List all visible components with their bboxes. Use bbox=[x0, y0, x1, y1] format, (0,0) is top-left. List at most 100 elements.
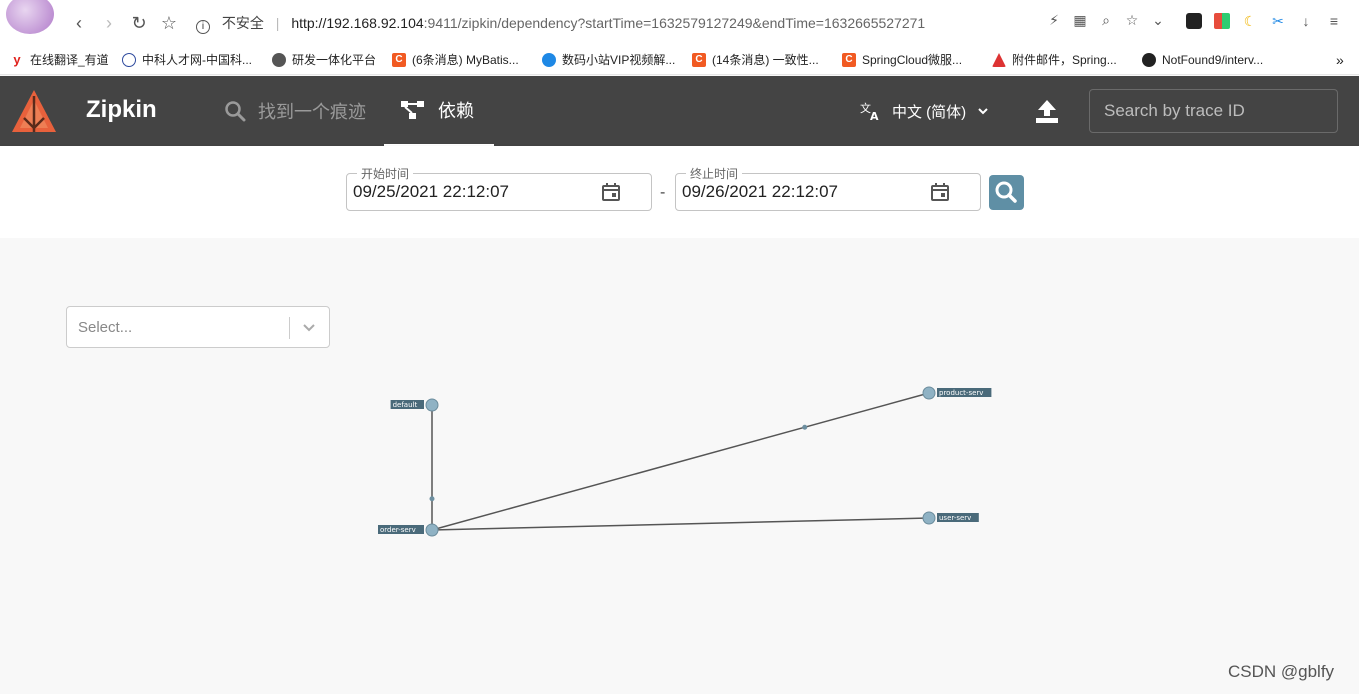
zoom-icon[interactable]: ⌕ bbox=[1098, 12, 1114, 28]
csdn-icon: C bbox=[692, 53, 706, 67]
bookmark-item[interactable]: 中科人才网-中国科... bbox=[122, 52, 252, 68]
service-node-label: default bbox=[393, 401, 418, 409]
service-node-circle[interactable] bbox=[922, 386, 936, 400]
service-node-default[interactable]: default bbox=[390, 398, 439, 412]
bookmark-label: SpringCloud微服... bbox=[862, 53, 963, 67]
brand-title[interactable]: Zipkin bbox=[86, 96, 157, 124]
favorite-star-icon[interactable]: ☆ bbox=[1124, 12, 1140, 28]
bookmark-item[interactable]: 数码小站VIP视频解... bbox=[542, 52, 675, 68]
csdn-icon: C bbox=[392, 53, 406, 67]
globe-icon bbox=[122, 53, 136, 67]
globe-icon bbox=[542, 53, 556, 67]
url-path: :9411/zipkin/dependency?startTime=163257… bbox=[423, 15, 926, 31]
bookmark-item[interactable]: C (6条消息) MyBatis... bbox=[392, 52, 519, 68]
security-label: 不安全 bbox=[221, 15, 264, 31]
nav-find-label: 找到一个痕迹 bbox=[258, 102, 366, 122]
nav-dependencies[interactable]: 依赖 bbox=[384, 76, 494, 146]
edge-traffic-dot bbox=[802, 424, 808, 430]
service-node-product-serv[interactable]: product-serv bbox=[922, 386, 992, 400]
reload-icon[interactable]: ↻ bbox=[128, 12, 150, 34]
lightning-icon[interactable]: ⚡ bbox=[1046, 12, 1062, 28]
address-separator: | bbox=[275, 15, 280, 31]
bookmark-star-icon[interactable]: ☆ bbox=[158, 12, 180, 34]
service-node-user-serv[interactable]: user-serv bbox=[922, 511, 979, 525]
chevron-down-icon[interactable]: ⌄ bbox=[1150, 12, 1166, 28]
search-icon bbox=[225, 101, 246, 122]
profile-avatar[interactable] bbox=[6, 0, 54, 34]
scissors-icon[interactable]: ✂ bbox=[1270, 13, 1286, 29]
start-time-value[interactable]: 09/25/2021 22:12:07 bbox=[353, 182, 509, 202]
bookmark-item[interactable]: NotFound9/interv... bbox=[1142, 52, 1263, 68]
date-range-toolbar: 开始时间 09/25/2021 22:12:07 - 终止时间 09/26/20… bbox=[0, 146, 1359, 238]
csdn-icon: C bbox=[842, 53, 856, 67]
bookmark-item[interactable]: 研发一体化平台 bbox=[272, 52, 376, 68]
info-icon[interactable]: i bbox=[196, 20, 210, 34]
dependency-content: default product-serv order-serv user-serv S… bbox=[0, 238, 1359, 694]
forward-icon[interactable]: › bbox=[98, 12, 120, 34]
menu-icon[interactable]: ≡ bbox=[1326, 13, 1342, 29]
service-node-label: order-serv bbox=[380, 526, 416, 534]
bookmark-label: 数码小站VIP视频解... bbox=[562, 53, 676, 67]
svg-text:A: A bbox=[870, 110, 879, 122]
end-time-field[interactable]: 终止时间 09/26/2021 22:12:07 bbox=[675, 165, 981, 211]
service-node-order-serv[interactable]: order-serv bbox=[378, 523, 439, 537]
bookmark-item[interactable]: y 在线翻译_有道 bbox=[10, 52, 109, 68]
edge-traffic-dot bbox=[429, 496, 435, 502]
browser-toolbar: ‹ › ↻ ☆ i 不安全 | http://192.168.92.104:94… bbox=[0, 0, 1359, 45]
service-node-circle[interactable] bbox=[425, 398, 439, 412]
start-time-label: 开始时间 bbox=[357, 165, 414, 182]
search-dependencies-button[interactable] bbox=[989, 175, 1024, 210]
select-divider bbox=[289, 317, 290, 339]
service-node-circle[interactable] bbox=[425, 523, 439, 537]
bookmark-label: 附件邮件，Spring... bbox=[1012, 53, 1117, 67]
date-separator: - bbox=[660, 184, 666, 201]
chevron-down-icon bbox=[978, 108, 988, 115]
bookmark-item[interactable]: 附件邮件，Spring... bbox=[992, 52, 1117, 68]
dependency-edge[interactable] bbox=[431, 517, 930, 531]
extensions-bar: ☾ ✂ ↓ ≡ bbox=[1186, 13, 1342, 29]
service-node-circle[interactable] bbox=[922, 511, 936, 525]
upload-icon[interactable] bbox=[1034, 98, 1060, 124]
service-node-label: user-serv bbox=[939, 514, 971, 522]
bookmark-label: (14条消息) 一致性... bbox=[712, 53, 819, 67]
app-header: Zipkin 找到一个痕迹 依赖 文 A 中文 (简体) Search by t… bbox=[0, 76, 1359, 146]
moon-icon[interactable]: ☾ bbox=[1242, 13, 1258, 29]
mail-icon bbox=[992, 53, 1006, 67]
nav-find-trace[interactable]: 找到一个痕迹 bbox=[224, 96, 366, 126]
url-host: http://192.168.92.104 bbox=[291, 15, 424, 31]
bookmark-item[interactable]: C (14条消息) 一致性... bbox=[692, 52, 819, 68]
youdao-icon: y bbox=[13, 52, 21, 67]
bookmarks-overflow-icon[interactable]: » bbox=[1336, 52, 1344, 68]
zipkin-logo-icon[interactable] bbox=[10, 88, 58, 134]
language-label: 中文 (简体) bbox=[892, 103, 967, 121]
nav-dependencies-label: 依赖 bbox=[438, 101, 474, 121]
dependency-edge[interactable] bbox=[431, 392, 930, 531]
address-actions: ⚡ ▦ ⌕ ☆ ⌄ bbox=[1046, 12, 1166, 34]
translate-icon: 文 A bbox=[860, 101, 879, 122]
service-select[interactable]: Select... bbox=[66, 306, 330, 348]
globe-icon bbox=[272, 53, 286, 67]
back-icon[interactable]: ‹ bbox=[68, 12, 90, 34]
end-time-value[interactable]: 09/26/2021 22:12:07 bbox=[682, 182, 838, 202]
bookmark-label: (6条消息) MyBatis... bbox=[412, 53, 519, 67]
bookmark-label: 中科人才网-中国科... bbox=[142, 53, 252, 67]
watermark: CSDN @gblfy bbox=[1228, 662, 1335, 681]
qr-code-icon[interactable]: ▦ bbox=[1072, 12, 1088, 28]
start-time-field[interactable]: 开始时间 09/25/2021 22:12:07 bbox=[346, 165, 652, 211]
chevron-down-icon[interactable] bbox=[301, 319, 317, 335]
service-node-label: product-serv bbox=[939, 389, 983, 397]
extension-badge-icon[interactable] bbox=[1186, 13, 1202, 29]
bookmark-item[interactable]: C SpringCloud微服... bbox=[842, 52, 962, 68]
calendar-icon[interactable] bbox=[930, 182, 950, 202]
dependencies-icon bbox=[401, 101, 424, 119]
bookmark-label: 在线翻译_有道 bbox=[30, 53, 109, 67]
github-icon bbox=[1142, 53, 1156, 67]
calendar-icon[interactable] bbox=[601, 182, 621, 202]
language-selector[interactable]: 文 A 中文 (简体) bbox=[860, 98, 990, 124]
extension-grid-icon[interactable] bbox=[1214, 13, 1230, 29]
bookmark-label: 研发一体化平台 bbox=[292, 53, 377, 67]
bookmark-label: NotFound9/interv... bbox=[1162, 53, 1264, 67]
trace-id-search-input[interactable]: Search by trace ID bbox=[1089, 89, 1338, 133]
search-icon bbox=[995, 181, 1017, 203]
download-icon[interactable]: ↓ bbox=[1298, 13, 1314, 29]
